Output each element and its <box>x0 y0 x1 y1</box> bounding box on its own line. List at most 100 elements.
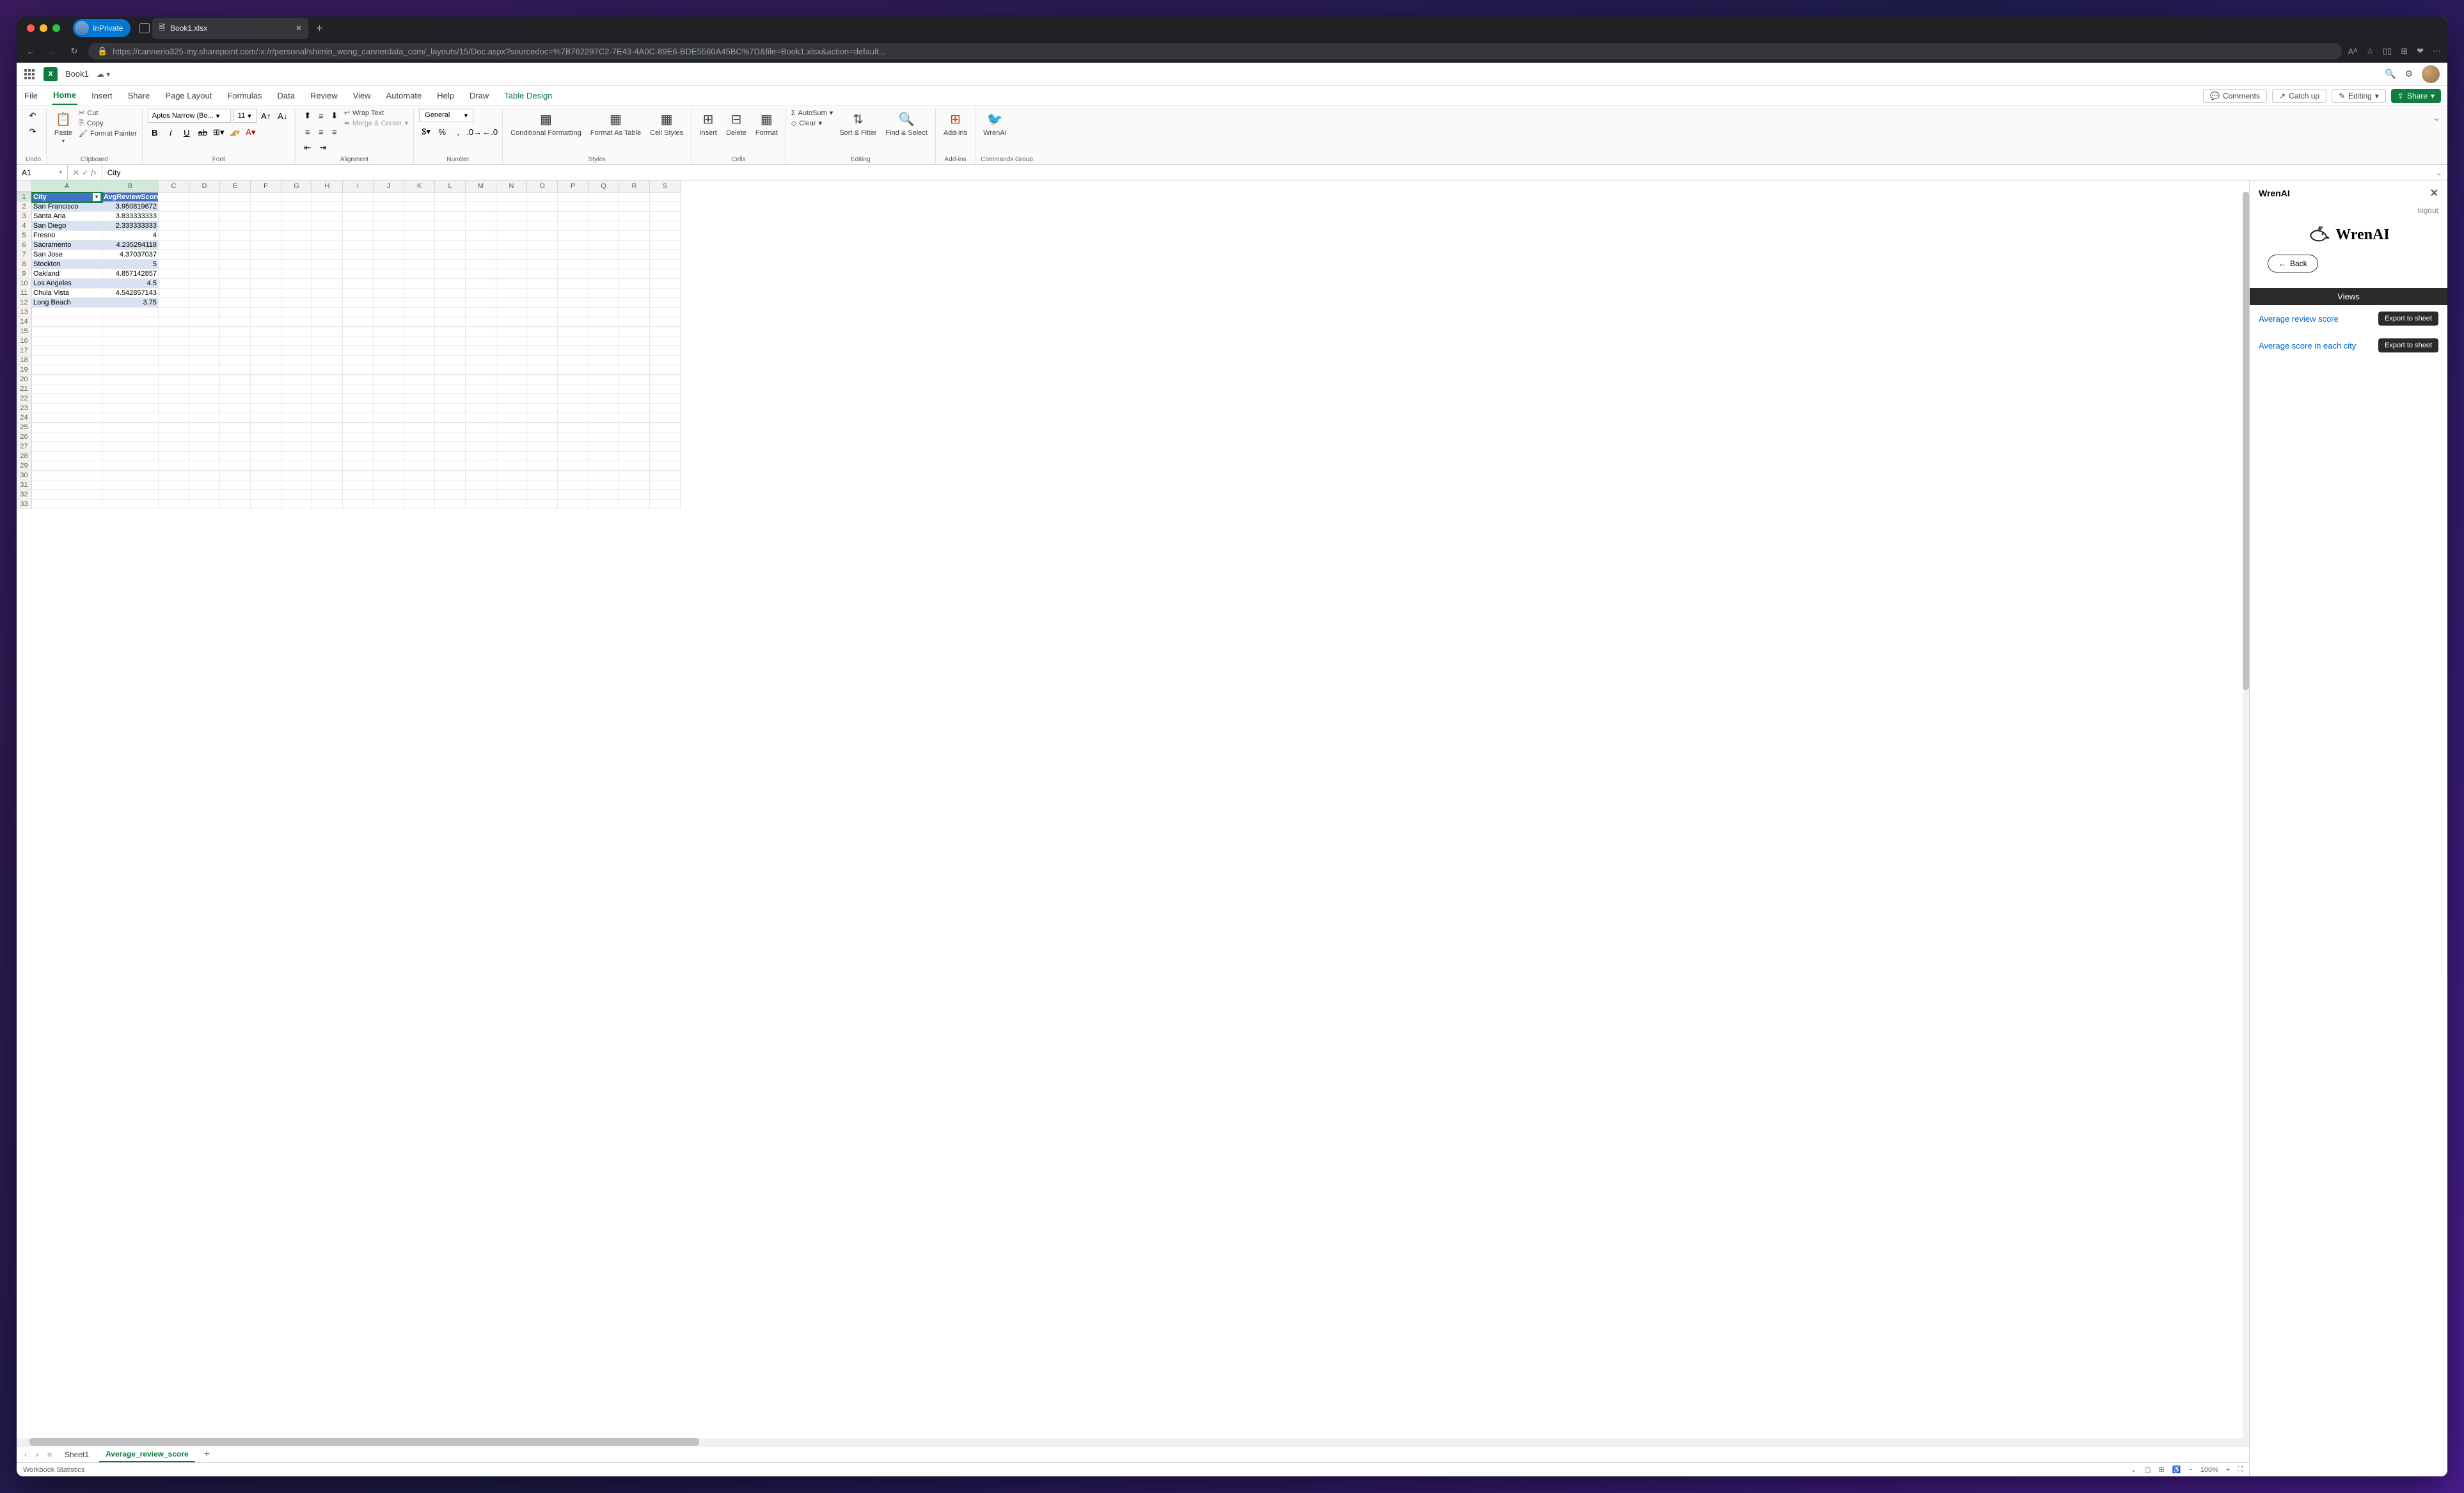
cell[interactable] <box>466 471 496 480</box>
cell[interactable] <box>374 461 404 471</box>
export-button[interactable]: Export to sheet <box>2378 338 2438 352</box>
cell[interactable] <box>619 308 650 317</box>
cell[interactable] <box>374 327 404 336</box>
cell[interactable] <box>189 221 220 231</box>
workbook-stats-link[interactable]: Workbook Statistics <box>23 1466 84 1474</box>
paste-button[interactable]: 📋Paste▾ <box>52 109 75 145</box>
cell[interactable] <box>619 193 650 202</box>
cell[interactable] <box>588 442 619 452</box>
cell[interactable] <box>343 317 374 327</box>
cell[interactable] <box>189 490 220 500</box>
cell[interactable] <box>558 269 588 279</box>
cell[interactable] <box>159 384 189 394</box>
cell[interactable] <box>619 269 650 279</box>
cell[interactable] <box>435 250 466 260</box>
cell[interactable] <box>159 193 189 202</box>
cell[interactable] <box>281 327 312 336</box>
cell[interactable] <box>281 346 312 356</box>
row-header[interactable]: 13 <box>17 308 32 317</box>
cell[interactable] <box>220 231 251 241</box>
cell[interactable] <box>650 260 681 269</box>
cell[interactable] <box>102 432 159 442</box>
saved-indicator-icon[interactable]: ☁ ▾ <box>97 70 110 79</box>
cell[interactable] <box>558 471 588 480</box>
cell[interactable] <box>251 423 281 432</box>
tab-layout[interactable]: Page Layout <box>164 87 213 104</box>
cell[interactable] <box>650 202 681 212</box>
cell[interactable] <box>588 308 619 317</box>
cell[interactable] <box>102 384 159 394</box>
cell[interactable] <box>650 317 681 327</box>
tab-review[interactable]: Review <box>309 87 339 104</box>
cell[interactable] <box>220 461 251 471</box>
cell[interactable] <box>527 432 558 442</box>
row-header[interactable]: 15 <box>17 327 32 336</box>
cell[interactable] <box>251 461 281 471</box>
cell[interactable] <box>251 231 281 241</box>
cell[interactable] <box>220 327 251 336</box>
cell[interactable] <box>466 336 496 346</box>
cell[interactable] <box>281 490 312 500</box>
cell[interactable] <box>496 202 527 212</box>
cell[interactable] <box>159 500 189 509</box>
cell[interactable] <box>650 308 681 317</box>
cell[interactable] <box>404 269 435 279</box>
cell[interactable] <box>404 327 435 336</box>
cell[interactable] <box>466 308 496 317</box>
cell[interactable] <box>558 384 588 394</box>
row-header[interactable]: 24 <box>17 413 32 423</box>
cell[interactable] <box>650 193 681 202</box>
cell[interactable] <box>435 442 466 452</box>
cell[interactable] <box>220 308 251 317</box>
cell[interactable] <box>374 250 404 260</box>
cell[interactable] <box>558 202 588 212</box>
cell[interactable] <box>189 260 220 269</box>
cell[interactable] <box>619 375 650 384</box>
cell[interactable] <box>404 480 435 490</box>
cell[interactable] <box>220 336 251 346</box>
cell[interactable] <box>189 317 220 327</box>
cell[interactable] <box>281 250 312 260</box>
cell[interactable] <box>281 193 312 202</box>
cell[interactable] <box>374 423 404 432</box>
cell[interactable] <box>251 202 281 212</box>
cell[interactable] <box>435 461 466 471</box>
cell[interactable] <box>312 260 343 269</box>
row-header[interactable]: 22 <box>17 394 32 404</box>
cell[interactable] <box>496 394 527 404</box>
comma-button[interactable]: , <box>451 125 465 139</box>
tab-view[interactable]: View <box>352 87 372 104</box>
document-name[interactable]: Book1 <box>65 69 89 79</box>
cell[interactable] <box>343 346 374 356</box>
column-header[interactable]: N <box>496 180 527 192</box>
cell[interactable] <box>496 452 527 461</box>
cell[interactable] <box>496 461 527 471</box>
cell[interactable] <box>220 423 251 432</box>
cell[interactable] <box>619 202 650 212</box>
cell[interactable] <box>466 365 496 375</box>
cell[interactable] <box>220 452 251 461</box>
cell[interactable] <box>32 346 102 356</box>
column-header[interactable]: D <box>189 180 220 192</box>
cell[interactable] <box>404 279 435 288</box>
cell[interactable] <box>588 279 619 288</box>
cell[interactable] <box>404 241 435 250</box>
cell[interactable] <box>281 375 312 384</box>
cell[interactable] <box>281 269 312 279</box>
cell[interactable] <box>189 375 220 384</box>
cell[interactable] <box>281 356 312 365</box>
cell[interactable] <box>189 394 220 404</box>
tab-overview-button[interactable] <box>139 23 150 33</box>
cell[interactable] <box>435 432 466 442</box>
cell[interactable] <box>189 480 220 490</box>
cell[interactable] <box>650 404 681 413</box>
cell[interactable] <box>343 384 374 394</box>
column-header[interactable]: J <box>374 180 404 192</box>
cell[interactable] <box>466 480 496 490</box>
cell[interactable] <box>220 298 251 308</box>
minimize-window-button[interactable] <box>40 24 47 32</box>
cell[interactable] <box>102 490 159 500</box>
italic-button[interactable]: I <box>164 125 178 139</box>
spreadsheet-grid[interactable]: ABCDEFGHIJKLMNOPQRS1City▾AvgReviewScore▾… <box>17 180 681 1438</box>
cell[interactable] <box>374 375 404 384</box>
